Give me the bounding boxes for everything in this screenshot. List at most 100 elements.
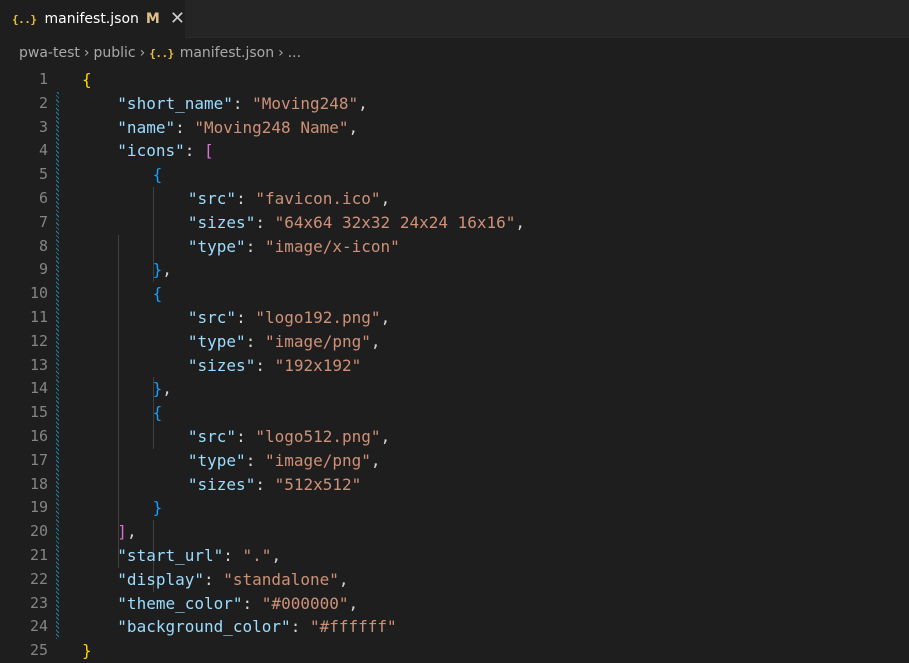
bracket: { [152,403,163,423]
tab-label: manifest.json [44,11,139,27]
code-line[interactable]: 22 "display": "standalone", [0,568,909,592]
code-line[interactable]: 2 "short_name": "Moving248", [0,92,909,116]
json-key: "src" [187,307,237,327]
json-key: "src" [187,426,237,446]
code-content: "sizes": "192x192" [188,354,361,378]
code-content: "type": "image/png", [188,330,381,354]
json-key: "display" [117,569,204,589]
code-content: }, [153,258,172,282]
code-line[interactable]: 13 "sizes": "192x192" [0,354,909,378]
line-number: 25 [29,641,48,660]
code-line[interactable]: 17 "type": "image/png", [0,449,909,473]
line-number: 1 [38,70,48,88]
code-line[interactable]: 6 "src": "favicon.ico", [0,187,909,211]
tab-bar: {..} manifest.json M ✕ [0,0,909,38]
json-string: "." [242,545,272,565]
code-editor[interactable]: 1{2 "short_name": "Moving248", 3 "name": "M… [0,68,909,663]
json-key: "src" [187,188,237,208]
punctuation: , [348,117,359,137]
code-content: "background_color": "#ffffff" [117,615,396,639]
punctuation: : [245,236,265,256]
bracket: [ [204,141,214,161]
json-string: "512x512" [274,474,362,494]
code-line[interactable]: 9}, [0,258,909,282]
breadcrumb-item-public[interactable]: public [93,45,135,61]
json-string: "image/x-icon" [264,236,400,256]
line-number: 2 [38,93,48,112]
line-number: 23 [29,593,48,612]
close-icon[interactable]: ✕ [170,10,185,28]
code-content: "start_url": ".", [117,544,281,568]
line-number: 14 [29,379,48,398]
bracket: { [82,70,92,89]
code-line[interactable]: 11 "src": "logo192.png", [0,306,909,330]
bracket: } [152,379,163,399]
line-number: 11 [29,307,48,326]
code-line[interactable]: 5{ [0,163,909,187]
punctuation: : [245,331,265,351]
json-string: "#ffffff" [309,617,397,637]
code-line[interactable]: 10 { [0,282,909,306]
punctuation: , [370,450,381,470]
punctuation: : [255,355,275,375]
breadcrumb-item-pwa-test[interactable]: pwa-test [19,45,80,61]
json-file-icon: {..} [149,46,174,60]
code-line[interactable]: 14}, [0,377,909,401]
line-number: 7 [38,212,48,231]
line-number: 4 [38,141,48,160]
punctuation: : [184,141,204,161]
code-content: ], [117,520,136,544]
punctuation: , [380,426,391,446]
line-number: 19 [29,498,48,517]
code-content: { [153,282,163,306]
json-string: "192x192" [274,355,362,375]
modified-indicator: M [145,11,160,27]
code-line[interactable]: 20], [0,520,909,544]
punctuation: : [236,426,256,446]
line-number: 15 [29,403,48,422]
bracket: { [152,284,163,304]
bracket: } [152,260,163,280]
line-number: 22 [29,569,48,588]
code-content: "src": "logo192.png", [188,306,390,330]
line-number: 10 [29,284,48,303]
punctuation: , [515,212,526,232]
code-line[interactable]: 4 "icons": [ [0,139,909,163]
json-key: "sizes" [187,355,256,375]
code-line[interactable]: 15 { [0,401,909,425]
code-content: "icons": [ [117,139,213,163]
json-file-icon: {..} [12,12,37,26]
line-number: 8 [38,236,48,255]
code-line[interactable]: 19} [0,496,909,520]
json-string: "#000000" [261,593,349,613]
punctuation: , [348,593,359,613]
code-line[interactable]: 23 "theme_color": "#000000", [0,592,909,616]
code-line[interactable]: 1{ [0,68,909,92]
json-key: "short_name" [117,93,233,113]
line-number: 3 [38,117,48,136]
punctuation: , [338,569,349,589]
bracket: } [82,641,92,661]
json-string: "logo192.png" [255,307,381,327]
punctuation: , [380,307,391,327]
code-line[interactable]: 7 "sizes": "64x64 32x32 24x24 16x16", [0,211,909,235]
code-line[interactable]: 3 "name": "Moving248 Name", [0,116,909,140]
code-line[interactable]: 25} [0,639,909,663]
code-content: "theme_color": "#000000", [117,592,358,616]
code-line[interactable]: 16 "src": "logo512.png", [0,425,909,449]
code-line[interactable]: 21 "start_url": ".", [0,544,909,568]
code-line[interactable]: 8 "type": "image/x-icon" [0,235,909,259]
code-line[interactable]: 24 "background_color": "#ffffff" [0,615,909,639]
punctuation: , [380,188,391,208]
punctuation: : [236,307,256,327]
json-string: "logo512.png" [255,426,381,446]
code-line[interactable]: 18 "sizes": "512x512" [0,473,909,497]
bracket: } [152,498,163,518]
code-line[interactable]: 12 "type": "image/png", [0,330,909,354]
breadcrumb-item-manifest-json[interactable]: manifest.json [180,45,274,61]
tab-manifest-json[interactable]: {..} manifest.json M ✕ [0,0,186,38]
punctuation: : [204,569,224,589]
breadcrumb-item-more[interactable]: ... [288,45,301,61]
bracket: ] [117,522,127,542]
code-content: "src": "favicon.ico", [188,187,390,211]
